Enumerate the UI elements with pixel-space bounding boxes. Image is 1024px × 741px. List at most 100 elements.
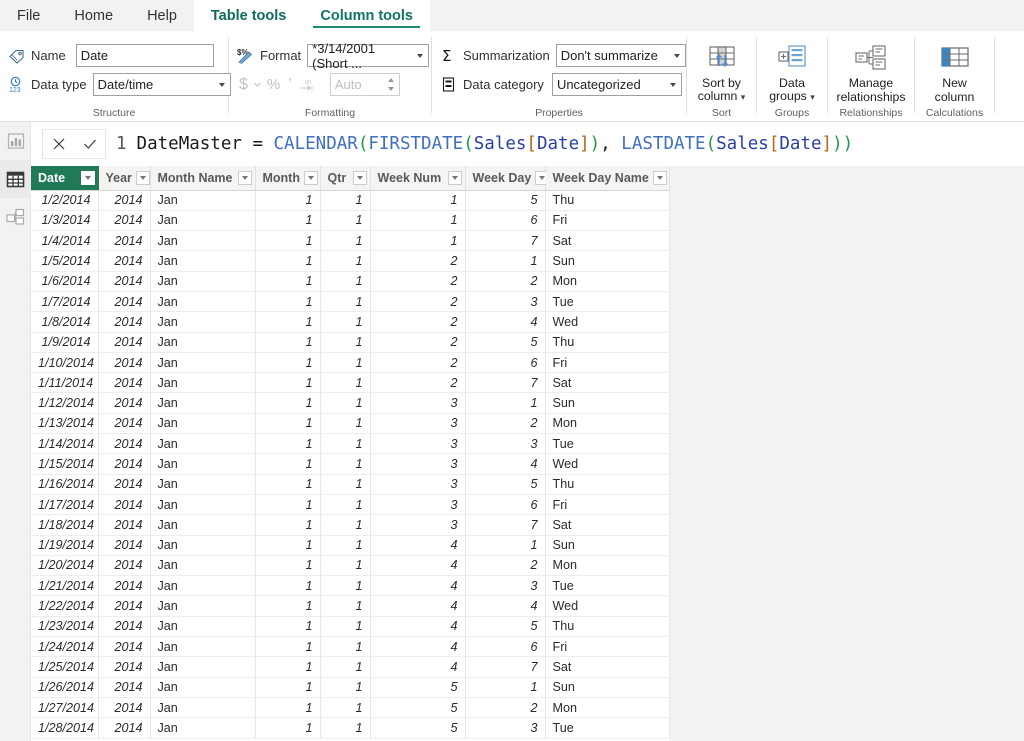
- table-row[interactable]: 1/3/2014 2014 Jan 1 1 1 6 Fri: [31, 210, 670, 232]
- table-cell[interactable]: 1: [255, 352, 321, 374]
- tab-file[interactable]: File: [0, 0, 57, 31]
- data-type-select[interactable]: Date/time: [92, 73, 231, 96]
- table-cell[interactable]: 5: [465, 616, 546, 638]
- table-cell[interactable]: 2: [370, 250, 466, 272]
- table-cell[interactable]: 1/5/2014: [31, 250, 99, 272]
- table-cell[interactable]: Jan: [150, 291, 256, 313]
- table-cell[interactable]: Fri: [545, 352, 670, 374]
- table-cell[interactable]: 4: [465, 311, 546, 333]
- table-cell[interactable]: Jan: [150, 311, 256, 333]
- table-cell[interactable]: 1: [320, 250, 371, 272]
- table-cell[interactable]: 1: [465, 677, 546, 698]
- table-cell[interactable]: 7: [465, 230, 546, 252]
- table-row[interactable]: 1/25/2014 2014 Jan 1 1 4 7 Sat: [31, 656, 670, 678]
- table-row[interactable]: 1/10/2014 2014 Jan 1 1 2 6 Fri: [31, 352, 670, 374]
- table-cell[interactable]: 1: [370, 210, 466, 232]
- decimal-places-input[interactable]: Auto: [329, 73, 400, 96]
- table-cell[interactable]: 1: [320, 595, 371, 617]
- formula-input[interactable]: 1 DateMaster = CALENDAR(FIRSTDATE(Sales[D…: [106, 126, 1024, 162]
- currency-dropdown-button[interactable]: [253, 80, 262, 89]
- tab-home[interactable]: Home: [57, 0, 130, 31]
- table-cell[interactable]: 1: [320, 372, 371, 394]
- table-cell[interactable]: Jan: [150, 677, 256, 698]
- table-cell[interactable]: 1: [255, 636, 321, 658]
- table-row[interactable]: 1/27/2014 2014 Jan 1 1 5 2 Mon: [31, 697, 670, 719]
- table-cell[interactable]: 1: [320, 210, 371, 232]
- manage-relationships-button[interactable]: Manage relationships: [829, 36, 913, 104]
- table-cell[interactable]: 4: [370, 535, 466, 556]
- table-cell[interactable]: 4: [370, 555, 466, 577]
- table-cell[interactable]: 1: [320, 413, 371, 435]
- table-cell[interactable]: Wed: [545, 311, 670, 333]
- table-cell[interactable]: 1: [320, 697, 371, 719]
- table-cell[interactable]: 7: [465, 372, 546, 394]
- table-cell[interactable]: Fri: [545, 636, 670, 658]
- table-cell[interactable]: 1: [255, 392, 321, 414]
- table-cell[interactable]: 5: [370, 717, 466, 739]
- tab-help[interactable]: Help: [130, 0, 194, 31]
- table-cell[interactable]: Wed: [545, 453, 670, 475]
- table-cell[interactable]: Tue: [545, 717, 670, 739]
- table-cell[interactable]: 1: [320, 291, 371, 313]
- table-cell[interactable]: 1/22/2014: [31, 595, 99, 617]
- table-cell[interactable]: 2014: [98, 656, 151, 678]
- table-cell[interactable]: 3: [370, 514, 466, 536]
- table-cell[interactable]: 1: [320, 453, 371, 475]
- thousands-separator-button[interactable]: ’: [285, 76, 295, 93]
- table-cell[interactable]: 1: [255, 595, 321, 617]
- table-cell[interactable]: Mon: [545, 413, 670, 435]
- table-cell[interactable]: 1: [255, 616, 321, 638]
- table-cell[interactable]: 1/14/2014: [31, 433, 99, 455]
- table-cell[interactable]: Tue: [545, 291, 670, 313]
- table-cell[interactable]: 1: [370, 230, 466, 252]
- column-filter-dropdown-icon[interactable]: [652, 170, 667, 185]
- table-cell[interactable]: 1: [255, 271, 321, 292]
- table-cell[interactable]: Tue: [545, 575, 670, 597]
- data-category-select[interactable]: Uncategorized: [551, 73, 682, 96]
- table-cell[interactable]: 7: [465, 656, 546, 678]
- table-cell[interactable]: 2014: [98, 595, 151, 617]
- table-cell[interactable]: 3: [370, 494, 466, 516]
- table-row[interactable]: 1/26/2014 2014 Jan 1 1 5 1 Sun: [31, 677, 670, 698]
- table-cell[interactable]: 1: [320, 332, 371, 353]
- table-cell[interactable]: 5: [465, 332, 546, 353]
- table-cell[interactable]: 2: [370, 332, 466, 353]
- table-cell[interactable]: 2014: [98, 372, 151, 394]
- table-cell[interactable]: 1: [320, 677, 371, 698]
- table-cell[interactable]: 4: [370, 656, 466, 678]
- table-cell[interactable]: 1: [255, 474, 321, 495]
- column-header-week-num[interactable]: Week Num: [370, 166, 466, 191]
- sort-by-column-button[interactable]: Sort by column ▾: [689, 36, 755, 105]
- table-cell[interactable]: 6: [465, 210, 546, 232]
- table-cell[interactable]: Wed: [545, 595, 670, 617]
- table-row[interactable]: 1/24/2014 2014 Jan 1 1 4 6 Fri: [31, 636, 670, 658]
- table-row[interactable]: 1/17/2014 2014 Jan 1 1 3 6 Fri: [31, 494, 670, 516]
- nav-data-view[interactable]: [0, 160, 31, 198]
- table-cell[interactable]: Jan: [150, 474, 256, 495]
- table-row[interactable]: 1/6/2014 2014 Jan 1 1 2 2 Mon: [31, 271, 670, 292]
- summarization-select[interactable]: Don't summarize: [555, 44, 686, 67]
- table-cell[interactable]: Jan: [150, 697, 256, 719]
- table-cell[interactable]: 3: [465, 291, 546, 313]
- table-cell[interactable]: 3: [465, 433, 546, 455]
- table-cell[interactable]: 2: [370, 311, 466, 333]
- table-cell[interactable]: 1: [255, 535, 321, 556]
- table-cell[interactable]: 1: [255, 555, 321, 577]
- table-cell[interactable]: 3: [370, 433, 466, 455]
- decimal-places-button[interactable]: 00 0: [298, 78, 318, 92]
- table-cell[interactable]: 1/27/2014: [31, 697, 99, 719]
- decimal-places-stepper[interactable]: [386, 76, 397, 93]
- tab-table-tools[interactable]: Table tools: [193, 0, 304, 31]
- table-cell[interactable]: 1: [320, 190, 371, 211]
- table-cell[interactable]: 1: [320, 656, 371, 678]
- table-cell[interactable]: Sat: [545, 514, 670, 536]
- table-cell[interactable]: 1: [320, 575, 371, 597]
- table-cell[interactable]: 1: [320, 535, 371, 556]
- table-cell[interactable]: 1: [255, 372, 321, 394]
- table-cell[interactable]: 2014: [98, 352, 151, 374]
- table-cell[interactable]: Jan: [150, 595, 256, 617]
- table-row[interactable]: 1/11/2014 2014 Jan 1 1 2 7 Sat: [31, 372, 670, 394]
- name-field[interactable]: Date: [75, 44, 214, 67]
- table-cell[interactable]: 1: [255, 210, 321, 232]
- column-header-year[interactable]: Year: [98, 166, 151, 191]
